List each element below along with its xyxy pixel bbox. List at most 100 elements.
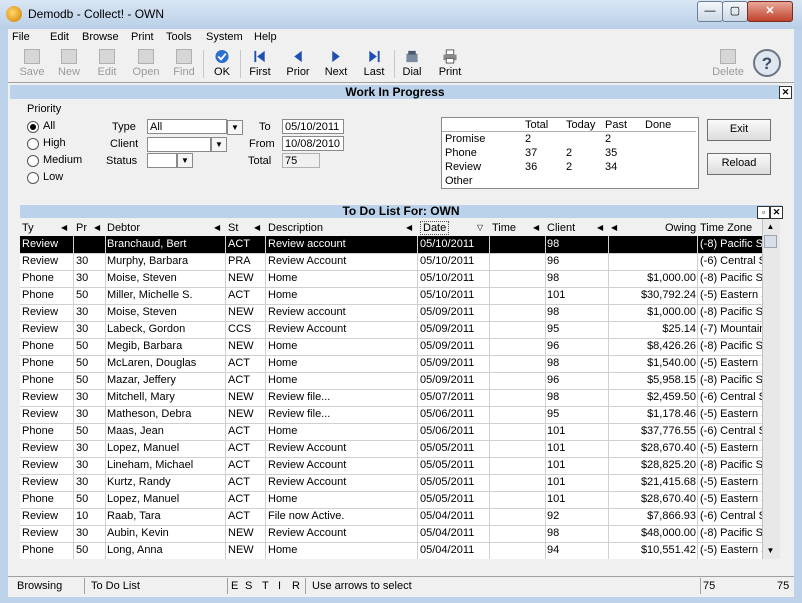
table-row[interactable]: Phone 50 Miller, Michelle S. ACT Home 05/10/2… <box>20 287 762 305</box>
grid-line <box>73 355 74 372</box>
cell-debtor: Aubin, Kevin <box>107 527 169 539</box>
status-select[interactable] <box>147 153 177 168</box>
col-header-timezone[interactable]: Time Zone <box>700 222 752 234</box>
menu-help[interactable]: Help <box>254 31 277 43</box>
table-row[interactable]: Phone 50 Megib, Barbara NEW Home 05/09/2011 96… <box>20 338 762 356</box>
prior-button[interactable]: Prior <box>281 48 315 80</box>
table-row[interactable]: Review 30 Moise, Steven NEW Review account 05… <box>20 304 762 322</box>
status-dropdown-button[interactable]: ▼ <box>177 153 193 168</box>
last-button[interactable]: Last <box>357 48 391 80</box>
col-header-debtor[interactable]: Debtor <box>107 222 140 234</box>
col-header-owing[interactable]: Owing <box>665 222 696 234</box>
from-date-field[interactable]: 10/08/2010 <box>282 136 344 151</box>
menu-system[interactable]: System <box>206 31 243 43</box>
status-view: To Do List <box>91 580 140 592</box>
table-row[interactable]: Phone 50 McLaren, Douglas ACT Home 05/09/2011… <box>20 355 762 373</box>
priority-low-radio[interactable] <box>27 172 39 184</box>
menu-tools[interactable]: Tools <box>166 31 192 43</box>
menu-edit[interactable]: Edit <box>50 31 69 43</box>
minimize-button[interactable]: — <box>697 1 723 22</box>
ok-button[interactable]: OK <box>206 48 238 80</box>
col-header-type[interactable]: Ty <box>22 222 34 234</box>
table-row[interactable]: Phone 50 Maas, Jean ACT Home 05/06/2011 101 $37… <box>20 423 762 441</box>
priority-high-radio[interactable] <box>27 138 39 150</box>
vertical-scrollbar[interactable] <box>762 219 780 559</box>
next-button[interactable]: Next <box>319 48 353 80</box>
table-row[interactable]: Review 30 Lopez, Manuel ACT Review Account 05… <box>20 440 762 458</box>
col-sort-icon[interactable]: ◀ <box>61 223 67 232</box>
first-button[interactable]: First <box>243 48 277 80</box>
table-row[interactable]: Review 30 Lineham, Michael ACT Review Accoun… <box>20 457 762 475</box>
close-button[interactable]: ✕ <box>747 1 793 22</box>
cell-description: Home <box>268 374 298 386</box>
table-row[interactable]: Review 30 Mitchell, Mary NEW Review file... 0… <box>20 389 762 407</box>
cell-type: Review <box>22 476 59 488</box>
menu-print[interactable]: Print <box>131 31 154 43</box>
menu-browse[interactable]: Browse <box>82 31 119 43</box>
col-sort-icon[interactable]: ◀ <box>406 223 412 232</box>
summary-review-past: 34 <box>605 161 618 173</box>
type-select[interactable]: All <box>147 119 227 134</box>
grid-line <box>545 406 546 423</box>
table-row[interactable]: Review 30 Aubin, Kevin NEW Review Account 05/… <box>20 525 762 543</box>
col-sort-icon[interactable]: ◀ <box>94 223 100 232</box>
table-row[interactable]: Review 10 Raab, Tara ACT File now Active. 05/… <box>20 508 762 526</box>
cell-timezone: (-8) Pacific S <box>700 340 762 352</box>
col-header-date[interactable]: Date <box>420 221 450 235</box>
todo-grid[interactable]: Review Branchaud, Bert ACT Review account 05… <box>20 236 762 559</box>
summary-phone-total: 37 <box>525 147 538 159</box>
type-dropdown-button[interactable]: ▼ <box>227 120 243 135</box>
scroll-up-icon[interactable]: ▲ <box>764 221 777 233</box>
table-row[interactable]: Phone 50 Lopez, Manuel ACT Home 05/05/2011 101… <box>20 491 762 509</box>
priority-high-label: High <box>43 137 66 149</box>
scroll-down-icon[interactable]: ▼ <box>764 545 777 557</box>
col-header-status[interactable]: St <box>228 222 238 234</box>
col-sort-icon[interactable]: ◀ <box>214 223 220 232</box>
grid-line <box>225 287 226 304</box>
col-sort-icon[interactable]: ◀ <box>254 223 260 232</box>
table-row[interactable]: Review 30 Kurtz, Randy ACT Review Account 05/… <box>20 474 762 492</box>
table-row[interactable]: Phone 30 Moise, Steven NEW Home 05/10/2011 98 $… <box>20 270 762 288</box>
cell-priority: 30 <box>76 442 89 454</box>
col-header-priority[interactable]: Pr <box>76 222 87 234</box>
col-header-description[interactable]: Description <box>268 222 323 234</box>
grid-line <box>417 270 418 287</box>
cell-status: ACT <box>228 425 250 437</box>
first-icon <box>254 50 265 63</box>
grid-line <box>105 406 106 423</box>
table-row[interactable]: Phone 50 Mazar, Jeffery ACT Home 05/09/2011 96… <box>20 372 762 390</box>
priority-medium-radio[interactable] <box>27 155 39 167</box>
priority-all-radio[interactable] <box>27 121 39 133</box>
cell-description: Review account <box>268 306 346 318</box>
todo-close-button[interactable]: ✕ <box>770 206 783 219</box>
col-sort-desc-icon[interactable]: ▽ <box>477 223 483 232</box>
cell-time <box>492 492 542 507</box>
exit-button[interactable]: Exit <box>707 119 771 141</box>
table-row[interactable]: Review 30 Labeck, Gordon CCS Review Account 0… <box>20 321 762 339</box>
wip-close-button[interactable]: ✕ <box>779 86 792 99</box>
col-sort-icon[interactable]: ◀ <box>597 223 603 232</box>
col-header-client[interactable]: Client <box>547 222 575 234</box>
client-select[interactable] <box>147 137 211 152</box>
scroll-thumb[interactable] <box>764 235 777 248</box>
to-date-field[interactable]: 05/10/2011 <box>282 119 344 134</box>
todo-restore-button[interactable]: ▫ <box>757 206 770 219</box>
client-dropdown-button[interactable]: ▼ <box>211 137 227 152</box>
col-sort-icon[interactable]: ◀ <box>611 223 617 232</box>
cell-description: File now Active. <box>268 510 345 522</box>
grid-line <box>697 457 698 474</box>
help-button[interactable]: ? <box>752 48 782 78</box>
table-row[interactable]: Review 30 Murphy, Barbara PRA Review Account… <box>20 253 762 271</box>
cell-status: NEW <box>228 544 254 556</box>
table-row[interactable]: Review Branchaud, Bert ACT Review account 05… <box>20 236 762 254</box>
reload-button[interactable]: Reload <box>707 153 771 175</box>
cell-owing: $37,776.55 <box>640 425 696 437</box>
col-header-time[interactable]: Time <box>492 222 516 234</box>
table-row[interactable]: Review 30 Matheson, Debra NEW Review file...… <box>20 406 762 424</box>
col-sort-icon[interactable]: ◀ <box>533 223 539 232</box>
menu-file[interactable]: File <box>12 31 30 43</box>
table-row[interactable]: Phone 50 Long, Anna NEW Home 05/04/2011 94 $10,… <box>20 542 762 559</box>
maximize-button[interactable]: ▢ <box>722 1 748 22</box>
dial-button[interactable]: Dial <box>397 48 427 80</box>
print-button[interactable]: Print <box>433 48 467 80</box>
